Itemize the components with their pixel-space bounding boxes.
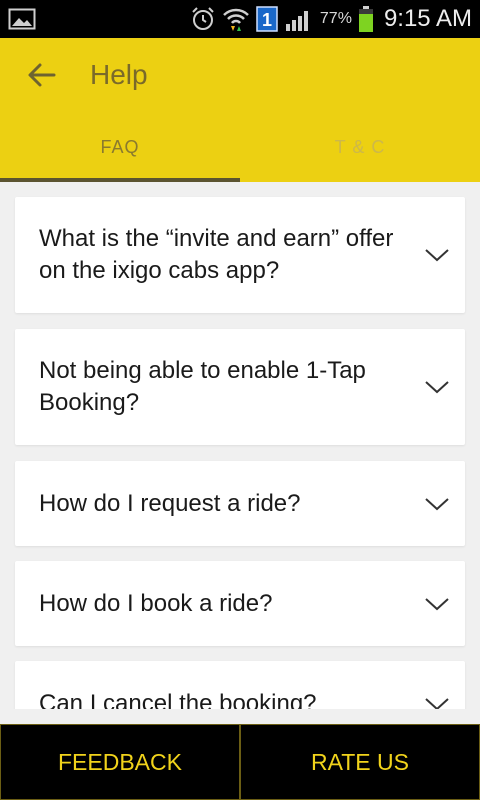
chevron-down-icon[interactable] xyxy=(409,235,465,275)
faq-question: Not being able to enable 1-Tap Booking? xyxy=(39,357,366,416)
faq-item-book-ride[interactable]: How do I book a ride? xyxy=(15,561,465,646)
rate-us-button[interactable]: RATE US xyxy=(240,724,480,800)
app-bar: Help FAQ T & C xyxy=(0,38,480,182)
chevron-down-icon[interactable] xyxy=(409,584,465,624)
arrow-left-icon xyxy=(28,63,56,87)
back-button[interactable] xyxy=(12,45,72,105)
image-icon xyxy=(8,7,36,31)
faq-question: Can I cancel the booking? xyxy=(39,689,317,710)
faq-list[interactable]: What is the “invite and earn” offer on t… xyxy=(0,182,480,709)
status-bar: 1 77% 9:15 AM xyxy=(0,0,480,38)
tab-terms[interactable]: T & C xyxy=(240,112,480,182)
sim-badge-number: 1 xyxy=(262,10,272,30)
status-right: 1 77% 9:15 AM xyxy=(190,5,472,33)
tab-bar: FAQ T & C xyxy=(0,112,480,182)
status-left xyxy=(8,7,36,31)
faq-item-invite-earn[interactable]: What is the “invite and earn” offer on t… xyxy=(15,197,465,313)
toolbar: Help xyxy=(0,38,480,112)
faq-item-one-tap[interactable]: Not being able to enable 1-Tap Booking? xyxy=(15,329,465,445)
status-time: 9:15 AM xyxy=(383,5,472,32)
chevron-down-icon[interactable] xyxy=(409,484,465,524)
bottom-spacer xyxy=(0,709,480,724)
battery-percent: 77% xyxy=(319,10,352,27)
page-title: Help xyxy=(90,59,148,90)
faq-item-request-ride[interactable]: How do I request a ride? xyxy=(15,461,465,546)
feedback-button[interactable]: FEEDBACK xyxy=(0,724,240,800)
signal-icon xyxy=(284,6,314,32)
faq-question: How do I book a ride? xyxy=(39,589,273,617)
battery-icon xyxy=(358,5,374,33)
chevron-down-icon[interactable] xyxy=(409,684,465,709)
sim-badge-icon: 1 xyxy=(256,6,278,32)
bottom-action-bar: FEEDBACK RATE US xyxy=(0,724,480,800)
tab-faq[interactable]: FAQ xyxy=(0,112,240,182)
alarm-icon xyxy=(190,6,216,32)
faq-question: How do I request a ride? xyxy=(39,489,301,517)
chevron-down-icon[interactable] xyxy=(409,367,465,407)
faq-item-cancel-booking[interactable]: Can I cancel the booking? xyxy=(15,661,465,709)
wifi-icon xyxy=(222,6,250,32)
faq-question: What is the “invite and earn” offer on t… xyxy=(39,225,394,284)
